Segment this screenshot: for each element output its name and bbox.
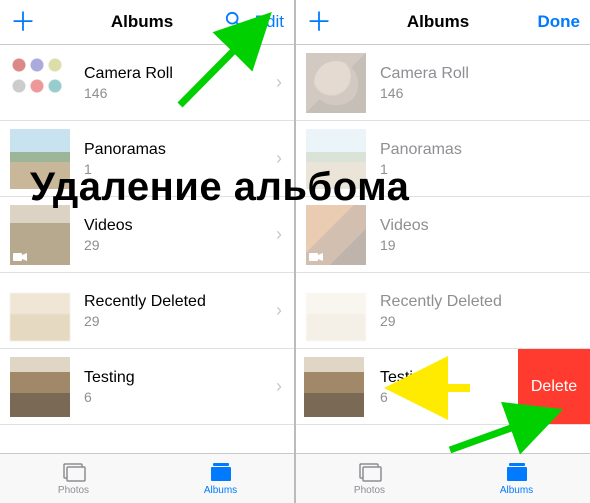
album-thumbnail bbox=[304, 357, 364, 417]
tab-albums-label: Albums bbox=[204, 485, 237, 496]
album-thumbnail bbox=[306, 53, 366, 113]
album-name: Videos bbox=[84, 217, 276, 235]
album-row: Camera Roll 146 bbox=[296, 45, 590, 121]
album-name: Testing bbox=[84, 369, 276, 387]
tab-albums[interactable]: Albums bbox=[147, 454, 294, 503]
album-info: Camera Roll 146 bbox=[366, 65, 590, 101]
album-count: 146 bbox=[380, 85, 590, 101]
video-icon bbox=[13, 252, 27, 262]
arrow-green-edit bbox=[170, 10, 280, 110]
arrow-green-delete bbox=[440, 400, 580, 460]
tab-albums-label: Albums bbox=[500, 485, 533, 496]
album-count: 29 bbox=[380, 313, 590, 329]
album-name: Videos bbox=[380, 217, 590, 235]
tab-photos[interactable]: Photos bbox=[0, 454, 147, 503]
album-thumbnail bbox=[10, 281, 70, 341]
tab-photos[interactable]: Photos bbox=[296, 454, 443, 503]
album-thumbnail bbox=[306, 281, 366, 341]
album-list-right: Camera Roll 146 Panoramas 1 Videos 19 Recently… bbox=[296, 45, 590, 425]
album-count: 1 bbox=[380, 161, 590, 177]
album-thumbnail bbox=[10, 205, 70, 265]
nav-title: Albums bbox=[366, 12, 510, 32]
album-info: Recently Deleted 29 bbox=[70, 293, 276, 329]
album-info: Videos 19 bbox=[366, 217, 590, 253]
overlay-caption: Удаление альбома bbox=[30, 165, 409, 210]
album-row[interactable]: Recently Deleted 29› bbox=[0, 273, 294, 349]
video-icon bbox=[309, 252, 323, 262]
album-row[interactable]: Testing 6› bbox=[0, 349, 294, 425]
done-button[interactable]: Done bbox=[538, 12, 581, 32]
album-name: Recently Deleted bbox=[380, 293, 590, 311]
chevron-right-icon: › bbox=[276, 300, 294, 321]
chevron-right-icon: › bbox=[276, 224, 294, 245]
album-count: 29 bbox=[84, 237, 276, 253]
album-name: Panoramas bbox=[380, 141, 590, 159]
album-row: Recently Deleted 29 bbox=[296, 273, 590, 349]
tab-albums[interactable]: Albums bbox=[443, 454, 590, 503]
album-info: Recently Deleted 29 bbox=[366, 293, 590, 329]
tab-bar: Photos Albums bbox=[296, 453, 590, 503]
album-thumbnail bbox=[10, 357, 70, 417]
nav-bar: ＋ Albums Done bbox=[296, 0, 590, 45]
album-thumbnail bbox=[10, 53, 70, 113]
tab-photos-label: Photos bbox=[354, 485, 385, 496]
album-name: Recently Deleted bbox=[84, 293, 276, 311]
album-name: Camera Roll bbox=[380, 65, 590, 83]
album-thumbnail bbox=[306, 205, 366, 265]
album-count: 6 bbox=[84, 389, 276, 405]
album-info: Videos 29 bbox=[70, 217, 276, 253]
add-album-button[interactable]: ＋ bbox=[10, 12, 36, 32]
album-name: Panoramas bbox=[84, 141, 276, 159]
album-count: 29 bbox=[84, 313, 276, 329]
tab-photos-label: Photos bbox=[58, 485, 89, 496]
add-album-button[interactable]: ＋ bbox=[306, 12, 332, 32]
album-count: 19 bbox=[380, 237, 590, 253]
chevron-right-icon: › bbox=[276, 376, 294, 397]
tab-bar: Photos Albums bbox=[0, 453, 294, 503]
album-info: Testing 6 bbox=[70, 369, 276, 405]
